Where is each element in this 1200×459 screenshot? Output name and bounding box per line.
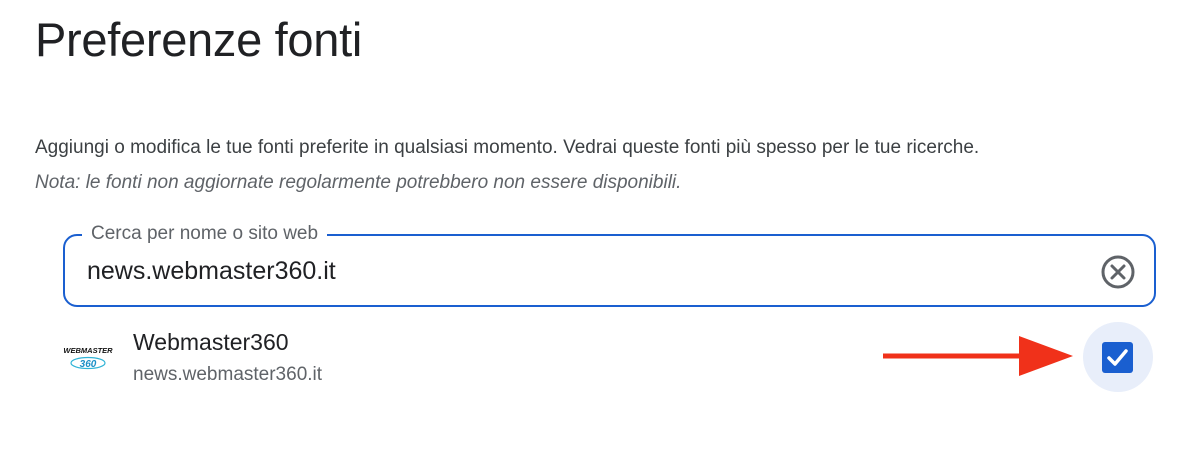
check-icon	[1107, 349, 1128, 366]
svg-text:360: 360	[80, 359, 97, 370]
page-title: Preferenze fonti	[35, 13, 362, 66]
source-logo: WEBMASTER 360	[62, 342, 114, 372]
note-text: Nota: le fonti non aggiornate regolarmen…	[35, 172, 682, 193]
search-field[interactable]: Cerca per nome o sito web	[63, 222, 1156, 307]
red-arrow-icon	[883, 336, 1073, 376]
search-input[interactable]	[87, 254, 1047, 288]
source-url: news.webmaster360.it	[133, 364, 323, 385]
source-result-row: WEBMASTER 360 Webmaster360 news.webmaste…	[0, 318, 1200, 398]
source-checkbox[interactable]	[1083, 322, 1153, 392]
description-text: Aggiungi o modifica le tue fonti preferi…	[35, 137, 980, 158]
source-name: Webmaster360	[133, 329, 289, 355]
clear-search-button[interactable]	[1100, 254, 1136, 290]
checkbox-checked[interactable]	[1102, 342, 1133, 373]
svg-text:WEBMASTER: WEBMASTER	[63, 346, 113, 355]
close-circle-icon	[1101, 255, 1135, 289]
search-label: Cerca per nome o sito web	[82, 222, 328, 246]
source-preferences-page: Preferenze fonti Aggiungi o modifica le …	[0, 0, 1200, 459]
